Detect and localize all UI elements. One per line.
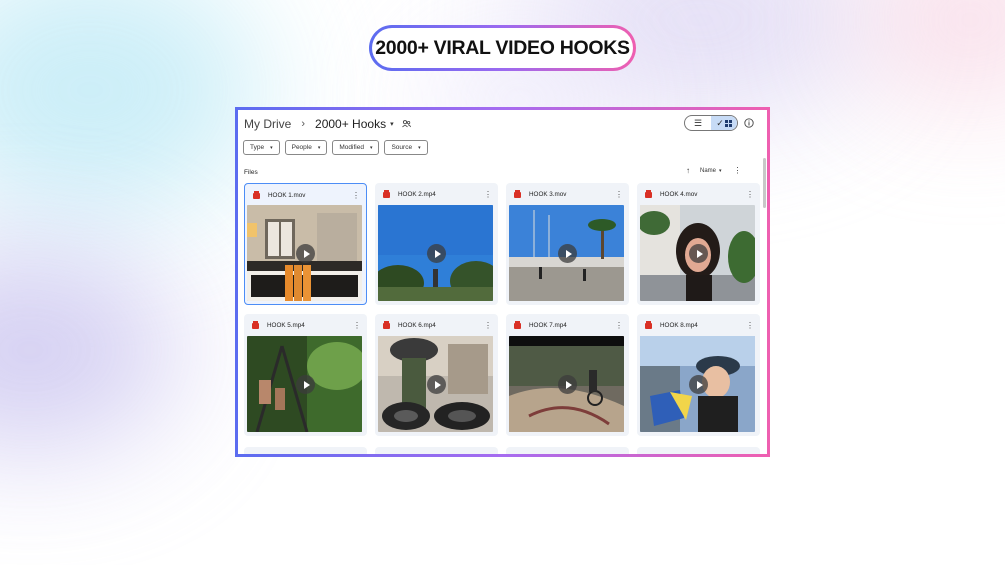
more-options-icon[interactable]: ⋮ bbox=[746, 190, 754, 199]
filter-modified-label: Modified bbox=[339, 144, 364, 151]
drive-screenshot-frame: My Drive › 2000+ Hooks ▾ ☰ ✓ Type ▾ Peopl… bbox=[235, 107, 770, 457]
more-options-icon[interactable]: ⋮ bbox=[484, 190, 492, 199]
video-file-icon bbox=[645, 320, 652, 329]
video-thumbnail[interactable] bbox=[640, 336, 755, 432]
video-file-icon bbox=[383, 320, 390, 329]
play-icon[interactable] bbox=[427, 375, 446, 394]
play-icon[interactable] bbox=[689, 375, 708, 394]
filter-type-label: Type bbox=[250, 144, 265, 151]
file-card[interactable]: HOOK 8.mp4 ⋮ bbox=[637, 314, 760, 436]
video-file-icon bbox=[252, 320, 259, 329]
file-name: HOOK 7.mp4 bbox=[529, 322, 567, 329]
play-icon[interactable] bbox=[558, 244, 577, 263]
more-options-icon[interactable]: ⋮ bbox=[615, 321, 623, 330]
file-card[interactable]: HOOK 4.mov ⋮ bbox=[637, 183, 760, 305]
video-thumbnail[interactable] bbox=[247, 205, 362, 301]
more-options-icon[interactable]: ⋮ bbox=[615, 190, 623, 199]
file-name: HOOK 3.mov bbox=[529, 191, 567, 198]
file-card[interactable]: HOOK 6.mp4 ⋮ bbox=[375, 314, 498, 436]
file-name: HOOK 8.mp4 bbox=[660, 322, 698, 329]
filter-bar: Type ▾ People ▾ Modified ▾ Source ▾ bbox=[243, 140, 428, 155]
hero-title-pill: 2000+ VIRAL VIDEO HOOKS bbox=[369, 25, 636, 71]
chevron-down-icon[interactable]: ▾ bbox=[719, 168, 722, 174]
files-section-label: Files bbox=[244, 169, 258, 176]
file-card[interactable]: HOOK 7.mp4 ⋮ bbox=[506, 314, 629, 436]
more-options-icon[interactable]: ⋮ bbox=[353, 321, 361, 330]
play-icon[interactable] bbox=[296, 244, 315, 263]
more-options-icon[interactable]: ⋮ bbox=[352, 191, 360, 200]
breadcrumb: My Drive › 2000+ Hooks ▾ bbox=[244, 115, 411, 133]
bg-glow-violet bbox=[0, 250, 180, 450]
video-thumbnail[interactable] bbox=[509, 336, 624, 432]
file-card-partial bbox=[375, 447, 498, 454]
file-card[interactable]: HOOK 3.mov ⋮ bbox=[506, 183, 629, 305]
more-options-icon[interactable]: ⋮ bbox=[734, 166, 742, 175]
file-name: HOOK 4.mov bbox=[660, 191, 698, 198]
play-icon[interactable] bbox=[558, 375, 577, 394]
file-card-partial bbox=[637, 447, 760, 454]
video-thumbnail[interactable] bbox=[378, 336, 493, 432]
file-card-partial bbox=[244, 447, 367, 454]
filter-people-label: People bbox=[291, 144, 312, 151]
file-name: HOOK 5.mp4 bbox=[267, 322, 305, 329]
list-view-icon[interactable]: ☰ bbox=[685, 116, 711, 130]
chevron-down-icon[interactable]: ▾ bbox=[390, 120, 394, 128]
video-file-icon bbox=[514, 189, 521, 198]
filter-source[interactable]: Source ▾ bbox=[384, 140, 428, 155]
view-toggle: ☰ ✓ bbox=[684, 115, 738, 131]
video-thumbnail[interactable] bbox=[247, 336, 362, 432]
grid-view-button[interactable]: ✓ bbox=[711, 116, 737, 130]
hero-title: 2000+ VIRAL VIDEO HOOKS bbox=[372, 28, 633, 68]
breadcrumb-root[interactable]: My Drive bbox=[244, 117, 291, 131]
shared-folder-icon[interactable] bbox=[401, 120, 411, 128]
file-name: HOOK 6.mp4 bbox=[398, 322, 436, 329]
chevron-down-icon: ▾ bbox=[418, 144, 421, 151]
file-card[interactable]: HOOK 1.mov ⋮ bbox=[244, 183, 367, 305]
play-icon[interactable] bbox=[689, 244, 708, 263]
video-thumbnail[interactable] bbox=[378, 205, 493, 301]
file-card[interactable]: HOOK 2.mp4 ⋮ bbox=[375, 183, 498, 305]
check-icon: ✓ bbox=[716, 117, 724, 128]
file-name: HOOK 1.mov bbox=[268, 192, 306, 199]
more-options-icon[interactable]: ⋮ bbox=[484, 321, 492, 330]
drive-window: My Drive › 2000+ Hooks ▾ ☰ ✓ Type ▾ Peopl… bbox=[238, 110, 767, 454]
video-file-icon bbox=[383, 189, 390, 198]
more-options-icon[interactable]: ⋮ bbox=[746, 321, 754, 330]
play-icon[interactable] bbox=[427, 244, 446, 263]
sort-controls: ↑ Name ▾ ⋮ bbox=[686, 166, 742, 175]
sort-field[interactable]: Name bbox=[700, 168, 716, 174]
file-name: HOOK 2.mp4 bbox=[398, 191, 436, 198]
video-thumbnail[interactable] bbox=[509, 205, 624, 301]
video-thumbnail[interactable] bbox=[640, 205, 755, 301]
grid-icon bbox=[724, 119, 732, 127]
chevron-down-icon: ▾ bbox=[270, 144, 273, 151]
sort-direction-arrow-up-icon[interactable]: ↑ bbox=[686, 166, 690, 175]
video-file-icon bbox=[253, 190, 260, 199]
chevron-down-icon: ▾ bbox=[317, 144, 321, 151]
file-card[interactable]: HOOK 5.mp4 ⋮ bbox=[244, 314, 367, 436]
breadcrumb-current-folder[interactable]: 2000+ Hooks bbox=[315, 117, 386, 131]
filter-modified[interactable]: Modified ▾ bbox=[332, 140, 380, 155]
video-file-icon bbox=[514, 320, 521, 329]
video-file-icon bbox=[645, 189, 652, 198]
bg-glow-pink bbox=[860, 0, 1005, 100]
filter-source-label: Source bbox=[391, 144, 413, 151]
info-icon[interactable] bbox=[742, 116, 756, 130]
filter-type[interactable]: Type ▾ bbox=[243, 140, 280, 155]
chevron-right-icon: › bbox=[301, 118, 306, 130]
scrollbar-thumb[interactable] bbox=[763, 158, 766, 208]
file-card-partial bbox=[506, 447, 629, 454]
bg-glow-cyan bbox=[0, 0, 260, 220]
chevron-down-icon: ▾ bbox=[369, 144, 373, 151]
filter-people[interactable]: People ▾ bbox=[284, 140, 328, 155]
play-icon[interactable] bbox=[296, 375, 315, 394]
